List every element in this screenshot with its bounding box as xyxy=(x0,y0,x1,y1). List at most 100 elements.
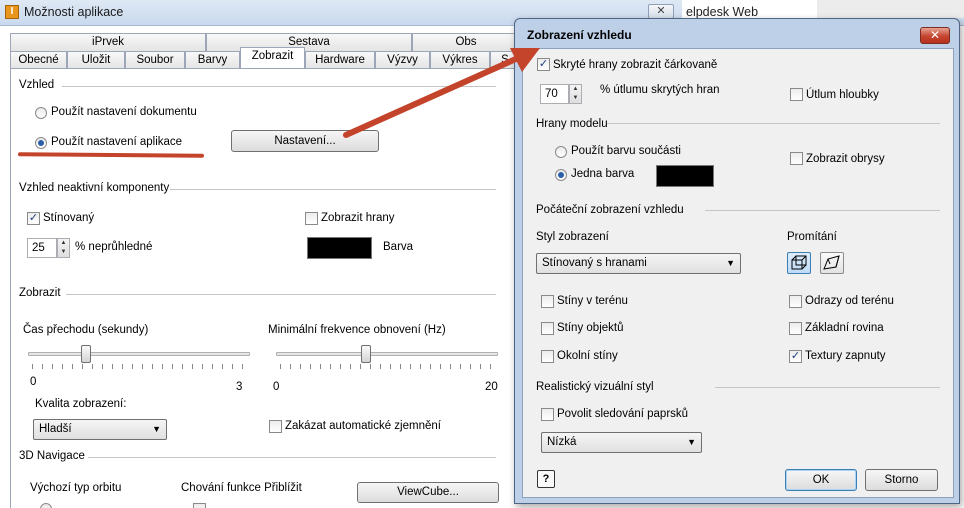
display-quality-value: Hladší xyxy=(39,423,72,435)
chevron-down-icon: ▼ xyxy=(726,258,735,268)
opacity-label: % neprůhledné xyxy=(75,241,153,253)
show-edges-label: Zobrazit hrany xyxy=(321,212,395,224)
hidden-edge-dim-spinner[interactable]: ▲ ▼ xyxy=(569,84,582,104)
display-style-select[interactable]: Stínovaný s hranami ▼ xyxy=(536,253,741,274)
display-heading: Zobrazit xyxy=(19,287,61,299)
inactive-color-swatch[interactable] xyxy=(307,237,372,259)
viewcube-button[interactable]: ViewCube... xyxy=(357,482,499,503)
refresh-rate-ticks xyxy=(280,364,496,369)
single-color-label: Jedna barva xyxy=(571,168,635,180)
zoom-behavior-label: Chování funkce Přiblížit xyxy=(181,482,302,494)
cancel-button[interactable]: Storno xyxy=(865,469,938,491)
perspective-icon xyxy=(823,255,840,270)
realistic-style-separator xyxy=(715,387,940,388)
textures-on-checkbox[interactable]: ✓ xyxy=(789,350,802,363)
refresh-max-label: 20 xyxy=(485,381,498,393)
disable-auto-zoom-checkbox[interactable] xyxy=(269,420,282,433)
tab-ulozit[interactable]: Uložit xyxy=(67,51,125,69)
ambient-shadows-label: Okolní stíny xyxy=(557,350,618,362)
chevron-down-icon: ▼ xyxy=(687,437,696,447)
transition-time-label: Čas přechodu (sekundy) xyxy=(23,324,149,336)
tab-zobrazit[interactable]: Zobrazit xyxy=(240,47,305,68)
transition-max-label: 3 xyxy=(236,381,243,393)
opacity-spinner[interactable]: ▲ ▼ xyxy=(57,238,70,258)
ambient-shadows-checkbox[interactable] xyxy=(541,350,554,363)
behind-window-edge xyxy=(817,0,964,18)
use-document-settings-radio[interactable] xyxy=(35,107,47,119)
zoom-option-checkbox[interactable] xyxy=(193,503,206,508)
help-button[interactable]: ? xyxy=(537,470,555,488)
display-quality-label: Kvalita zobrazení: xyxy=(35,398,127,410)
refresh-rate-label: Minimální frekvence obnovení (Hz) xyxy=(268,324,446,336)
opacity-input[interactable]: 25 xyxy=(27,238,57,258)
perspective-projection-button[interactable] xyxy=(820,252,844,274)
display-style-value: Stínovaný s hranami xyxy=(542,257,647,269)
shaded-checkbox[interactable]: ✓ xyxy=(27,212,40,225)
object-shadows-checkbox[interactable] xyxy=(541,322,554,335)
tab-obs[interactable]: Obs xyxy=(412,33,520,51)
single-color-radio[interactable] xyxy=(555,169,567,181)
ground-plane-label: Základní rovina xyxy=(805,322,884,334)
show-edges-checkbox[interactable] xyxy=(305,212,318,225)
ground-shadows-checkbox[interactable] xyxy=(541,295,554,308)
tab-pane-border xyxy=(10,68,11,508)
shaded-label: Stínovaný xyxy=(43,212,95,224)
display-style-label: Styl zobrazení xyxy=(536,231,609,243)
depth-dim-checkbox[interactable] xyxy=(790,88,803,101)
depth-dim-label: Útlum hloubky xyxy=(806,89,879,101)
behind-window-title: elpdesk Web xyxy=(686,5,759,19)
ray-tracing-quality-value: Nízká xyxy=(547,436,577,448)
ground-reflections-checkbox[interactable] xyxy=(789,295,802,308)
initial-appearance-heading: Počáteční zobrazení vzhledu xyxy=(536,204,684,216)
tab-sestava[interactable]: Sestava xyxy=(206,33,412,51)
use-app-settings-radio[interactable] xyxy=(35,137,47,149)
background-close-button[interactable]: ✕ xyxy=(648,4,674,19)
orbit-type-radio[interactable] xyxy=(40,503,52,508)
realistic-style-heading: Realistický vizuální styl xyxy=(536,381,654,393)
tab-iprvek[interactable]: iPrvek xyxy=(10,33,206,51)
initial-appearance-separator xyxy=(705,210,940,211)
hidden-edge-dim-input[interactable]: 70 xyxy=(540,84,569,104)
disable-auto-zoom-label: Zakázat automatické zjemnění xyxy=(285,420,441,432)
ray-tracing-label: Povolit sledování paprsků xyxy=(557,408,689,420)
tab-strip-line xyxy=(10,68,520,69)
settings-button[interactable]: Nastavení... xyxy=(231,130,379,152)
inactive-separator xyxy=(170,189,496,190)
vzhled-heading: Vzhled xyxy=(19,79,55,91)
tab-hardware[interactable]: Hardware xyxy=(305,51,375,69)
chevron-down-icon: ▼ xyxy=(152,424,161,434)
tab-vyzvy[interactable]: Výzvy xyxy=(375,51,430,69)
refresh-min-label: 0 xyxy=(273,381,280,393)
display-separator xyxy=(66,294,496,295)
hidden-edges-dashed-checkbox[interactable]: ✓ xyxy=(537,58,550,71)
orthographic-projection-button[interactable] xyxy=(787,252,811,274)
ray-tracing-checkbox[interactable] xyxy=(541,408,554,421)
use-app-settings-label: Použít nastavení aplikace xyxy=(51,136,183,148)
refresh-rate-track xyxy=(276,352,498,356)
ground-plane-checkbox[interactable] xyxy=(789,322,802,335)
refresh-rate-slider[interactable] xyxy=(360,345,371,363)
ground-reflections-label: Odrazy od terénu xyxy=(805,295,894,307)
model-edges-separator xyxy=(607,123,940,124)
display-quality-select[interactable]: Hladší ▼ xyxy=(33,419,167,440)
tab-soubor[interactable]: Soubor xyxy=(125,51,185,69)
tab-obecne[interactable]: Obecné xyxy=(10,51,67,69)
edge-color-swatch[interactable] xyxy=(656,165,714,187)
textures-on-label: Textury zapnuty xyxy=(805,350,886,362)
ok-button[interactable]: OK xyxy=(785,469,857,491)
use-part-color-radio[interactable] xyxy=(555,146,567,158)
dialog-close-button[interactable]: ✕ xyxy=(920,27,950,44)
transition-time-slider[interactable] xyxy=(81,345,91,363)
transition-min-label: 0 xyxy=(30,376,37,388)
background-window-title: Možnosti aplikace xyxy=(24,5,124,19)
show-silhouettes-checkbox[interactable] xyxy=(790,152,803,165)
default-orbit-label: Výchozí typ orbitu xyxy=(30,482,122,494)
transition-time-ticks xyxy=(32,364,248,369)
object-shadows-label: Stíny objektů xyxy=(557,322,624,334)
tab-barvy[interactable]: Barvy xyxy=(185,51,240,69)
ray-tracing-quality-select[interactable]: Nízká ▼ xyxy=(541,432,702,453)
use-document-settings-label: Použít nastavení dokumentu xyxy=(51,106,197,118)
hidden-edge-dim-label: % útlumu skrytých hran xyxy=(600,84,720,96)
vzhled-separator xyxy=(62,86,496,87)
tab-vykres[interactable]: Výkres xyxy=(430,51,490,69)
